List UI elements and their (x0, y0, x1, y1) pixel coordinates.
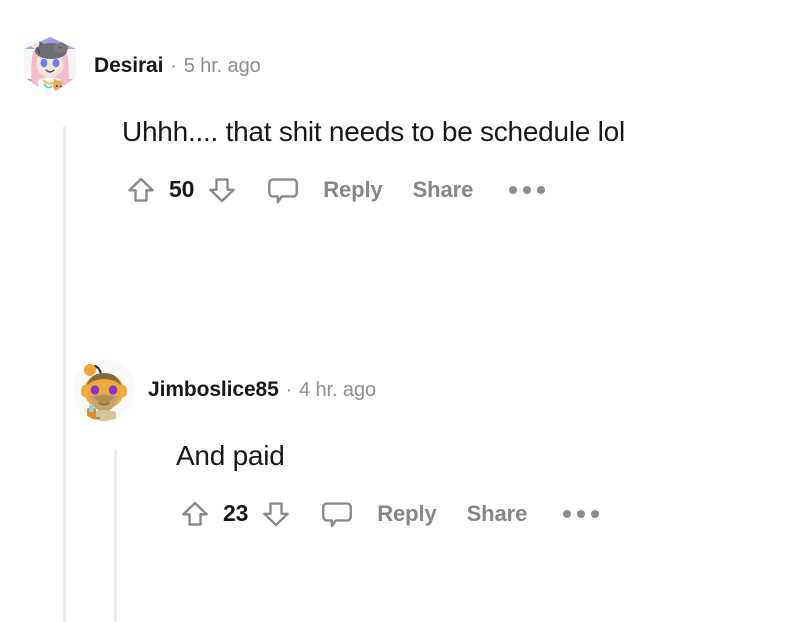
comment-thread: Desirai · 5 hr. ago Uhhh.... that shit n… (0, 0, 800, 622)
comment-header: Jimboslice85 · 4 hr. ago (72, 358, 788, 422)
comment-author[interactable]: Jimboslice85 (148, 378, 279, 402)
downvote-arrow-icon[interactable] (257, 494, 295, 534)
comment-body: And paid (176, 440, 285, 471)
vote-count: 50 (169, 176, 195, 203)
avatar-desirai[interactable] (18, 34, 82, 98)
vote-group: 50 (122, 170, 241, 210)
vote-group: 23 (176, 494, 295, 534)
comment-header: Desirai · 5 hr. ago (18, 34, 788, 98)
vote-count: 23 (223, 500, 249, 527)
meta-separator: · (285, 380, 293, 401)
comment-desirai: Desirai · 5 hr. ago Uhhh.... that shit n… (18, 34, 788, 210)
comment-jimboslice85: Jimboslice85 · 4 hr. ago And paid 23 Rep… (72, 358, 788, 534)
upvote-arrow-icon[interactable] (176, 494, 214, 534)
overflow-dots-icon[interactable] (563, 494, 600, 534)
comment-body: Uhhh.... that shit needs to be schedule … (122, 116, 625, 147)
comment-meta: Jimboslice85 · 4 hr. ago (148, 378, 376, 402)
downvote-arrow-icon[interactable] (203, 170, 241, 210)
comment-timestamp: 4 hr. ago (299, 379, 376, 401)
share-button[interactable]: Share (467, 501, 528, 527)
meta-separator: · (170, 56, 177, 77)
upvote-arrow-icon[interactable] (122, 170, 160, 210)
reply-button[interactable]: Reply (323, 177, 383, 203)
comment-bubble-icon[interactable] (263, 170, 303, 210)
comment-meta: Desirai · 5 hr. ago (94, 54, 261, 78)
overflow-dots-icon[interactable] (509, 170, 546, 210)
comment-timestamp: 5 hr. ago (183, 55, 261, 77)
comment-bubble-icon[interactable] (317, 494, 357, 534)
comment-action-bar: 50 Reply Share (122, 170, 788, 210)
reply-button[interactable]: Reply (377, 501, 437, 527)
avatar-jimboslice85[interactable] (72, 358, 136, 422)
share-button[interactable]: Share (413, 177, 474, 203)
comment-author[interactable]: Desirai (94, 54, 163, 78)
comment-action-bar: 23 Reply Share (176, 494, 788, 534)
